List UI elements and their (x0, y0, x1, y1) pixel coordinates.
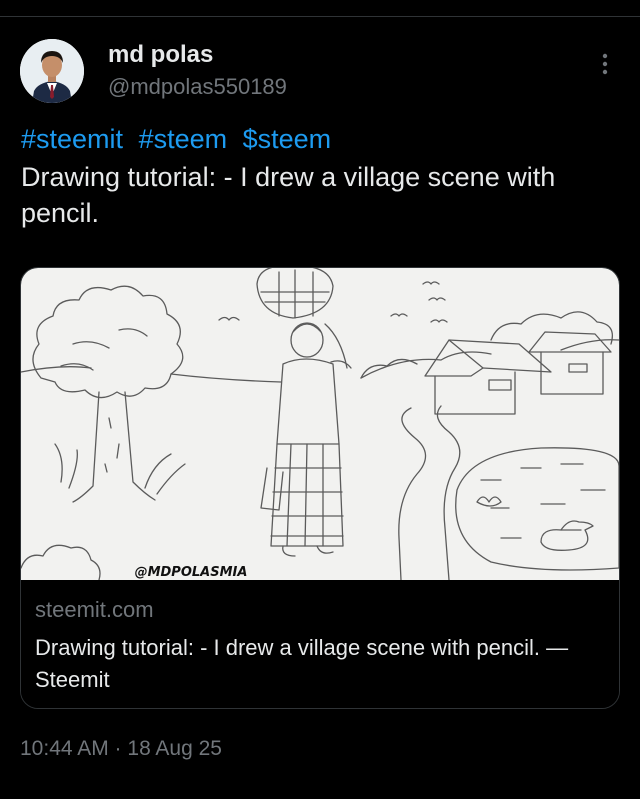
card-image: @MDPOLASMIA (21, 268, 619, 581)
hashtag-steem[interactable]: #steem (139, 124, 228, 154)
hashtag-line: #steemit #steem $steem (21, 121, 339, 157)
more-options-button[interactable] (592, 51, 618, 77)
cashtag-steem[interactable]: $steem (243, 124, 332, 154)
village-drawing-image: @MDPOLASMIA (21, 268, 619, 581)
card-domain: steemit.com (35, 597, 154, 622)
image-watermark: @MDPOLASMIA (135, 565, 248, 580)
author-handle[interactable]: @mdpolas550189 (108, 73, 287, 101)
avatar[interactable] (20, 39, 84, 103)
link-card[interactable]: @MDPOLASMIA steemit.com Drawing tutorial… (20, 267, 620, 709)
profile-photo (20, 39, 84, 103)
hashtag-steemit[interactable]: #steemit (21, 124, 123, 154)
tweet: md polas @mdpolas550189 #steemit #steem … (0, 17, 640, 799)
author-name[interactable]: md polas (108, 41, 213, 69)
card-title: Drawing tutorial: - I drew a village sce… (35, 635, 569, 692)
tweet-timestamp[interactable]: 10:44 AM · 18 Aug 25 (20, 735, 222, 763)
more-vertical-icon (602, 53, 608, 75)
card-meta: steemit.com Drawing tutorial: - I drew a… (21, 580, 619, 708)
tweet-text: Drawing tutorial: - I drew a village sce… (21, 162, 556, 228)
